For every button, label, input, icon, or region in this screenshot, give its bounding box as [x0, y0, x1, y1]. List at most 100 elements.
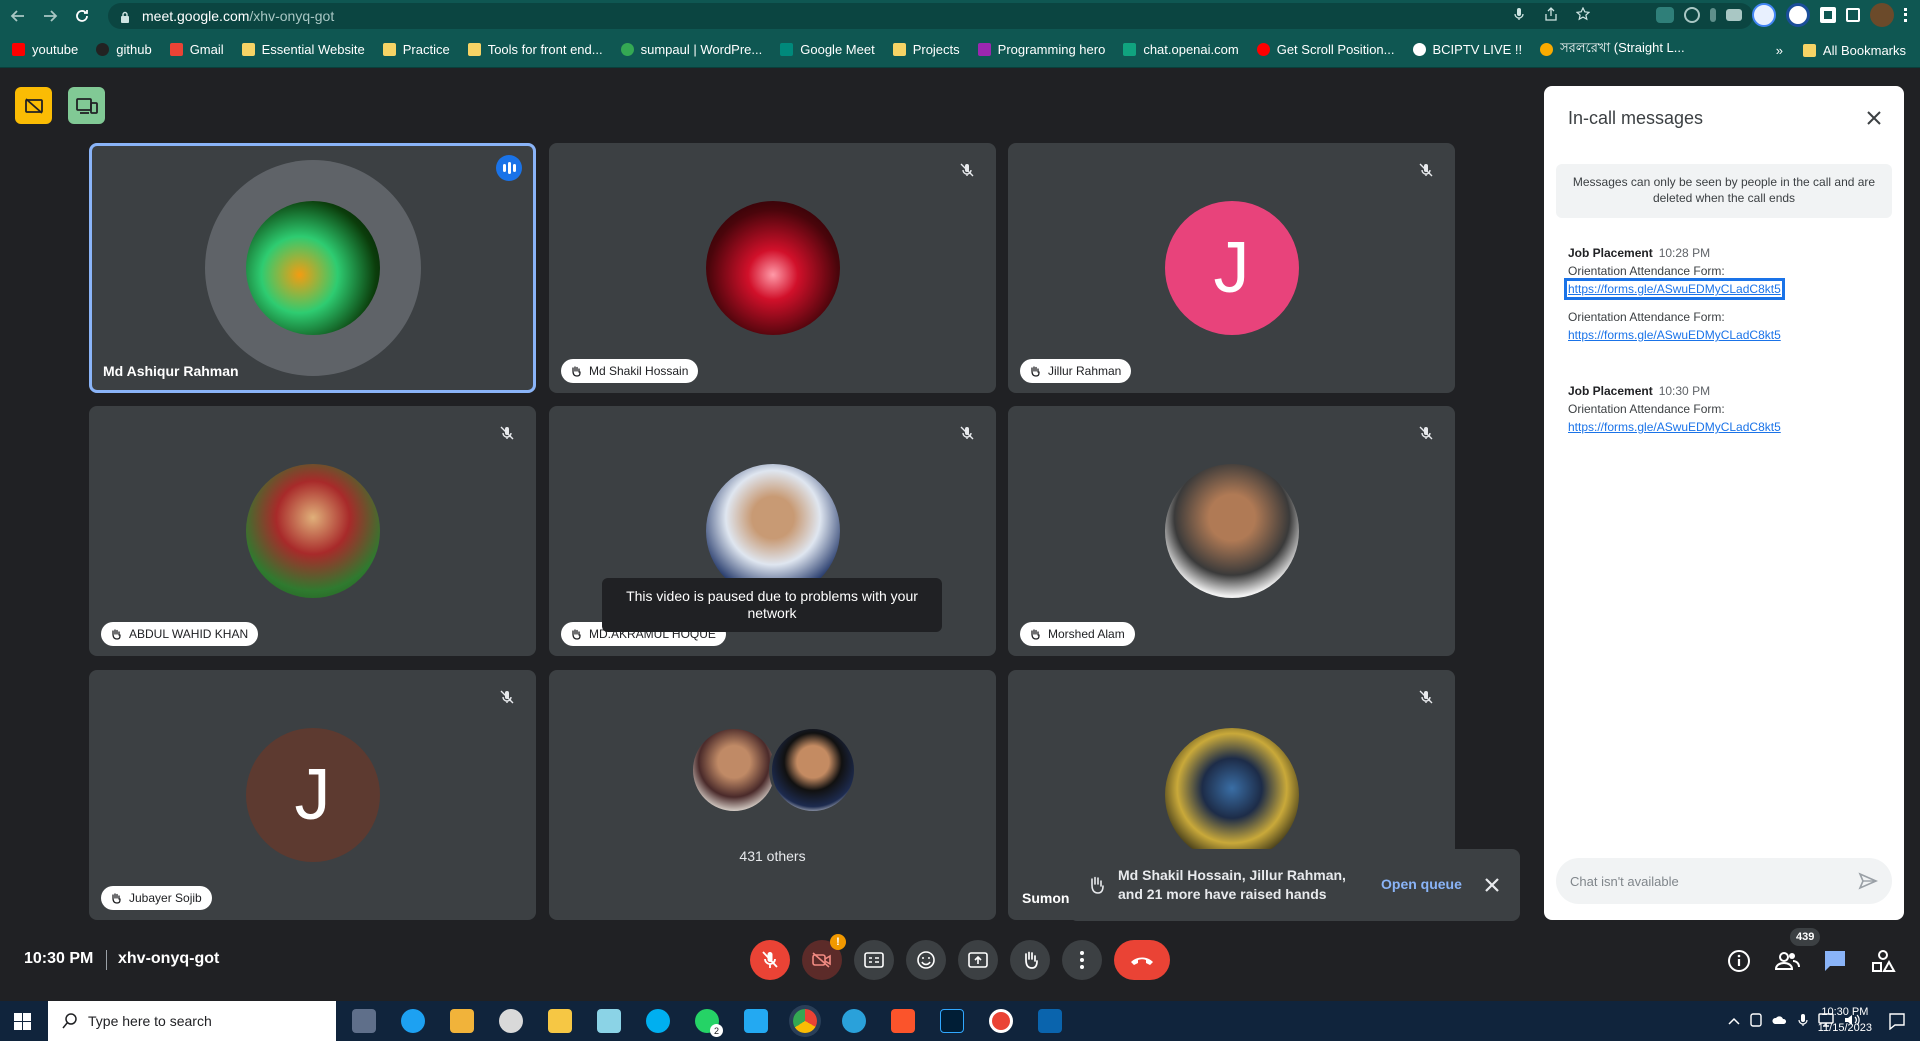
meet-tray-icon[interactable] [1750, 1012, 1762, 1030]
open-queue-button[interactable]: Open queue [1381, 876, 1462, 892]
brave-app-icon[interactable] [891, 1009, 915, 1033]
screen-cast-icon[interactable] [1656, 7, 1674, 23]
compass-extension-icon[interactable] [1684, 7, 1700, 23]
bookmark-item[interactable]: Get Scroll Position... [1256, 42, 1395, 57]
word-extension-icon[interactable] [1786, 3, 1810, 27]
store-app-icon[interactable] [450, 1009, 474, 1033]
reload-button[interactable] [68, 2, 96, 30]
translate-extension-icon[interactable] [1752, 3, 1776, 27]
chat-icon[interactable] [1822, 948, 1848, 974]
microphone-icon[interactable] [1512, 7, 1526, 21]
bookmark-item[interactable]: Google Meet [780, 42, 875, 57]
bookmark-item[interactable]: sumpaul | WordPre... [620, 42, 762, 57]
share-icon[interactable] [1544, 7, 1558, 21]
bookmark-folder[interactable]: Essential Website [241, 42, 365, 57]
back-button[interactable] [4, 2, 32, 30]
edge-app-icon[interactable] [401, 1009, 425, 1033]
more-options-button[interactable] [1062, 940, 1102, 980]
raise-hand-button[interactable] [1010, 940, 1050, 980]
bookmark-label: Get Scroll Position... [1276, 42, 1395, 57]
divider [106, 950, 107, 970]
forward-button[interactable] [36, 2, 64, 30]
name-chip: Jillur Rahman [1020, 359, 1132, 383]
bookmark-item[interactable]: সরলরেখা (Straight L... [1540, 39, 1685, 60]
bookmark-star-icon[interactable] [1575, 6, 1591, 21]
all-bookmarks-button[interactable]: All Bookmarks [1802, 43, 1906, 58]
microphone-toggle-button[interactable] [750, 940, 790, 980]
notifications-icon[interactable] [1888, 1012, 1906, 1035]
close-icon[interactable] [1862, 106, 1886, 130]
bookmark-folder[interactable]: Practice [382, 42, 450, 57]
participant-tile[interactable]: ABDUL WAHID KHAN [89, 406, 536, 656]
bookmark-item[interactable]: Programming hero [977, 42, 1105, 57]
whatsapp-app-icon[interactable]: 2 [695, 1009, 723, 1037]
bookmark-favicon [620, 43, 634, 56]
taskbar-search-box[interactable]: Type here to search [48, 1001, 336, 1041]
leave-call-button[interactable] [1114, 940, 1170, 980]
participant-tile[interactable]: Md Shakil Hossain [549, 143, 996, 393]
telegram-app-icon[interactable] [842, 1009, 866, 1033]
camera-toggle-button[interactable]: ! [802, 934, 846, 980]
others-tile[interactable]: 431 others [549, 670, 996, 920]
bookmark-item[interactable]: chat.openai.com [1123, 42, 1239, 57]
people-icon[interactable] [1774, 948, 1800, 974]
activities-icon[interactable] [1870, 948, 1896, 974]
chevron-up-icon[interactable] [1728, 1014, 1740, 1028]
chrome-app-icon[interactable] [793, 1009, 817, 1033]
reactions-button[interactable] [906, 940, 946, 980]
hide-tiles-button[interactable] [15, 87, 52, 124]
message-link[interactable]: https://forms.gle/ASwuEDMyCLadC8kt5 [1568, 420, 1781, 434]
participant-tile[interactable]: J Jillur Rahman [1008, 143, 1455, 393]
raised-hand-icon [570, 628, 582, 640]
profile-avatar[interactable] [1870, 3, 1894, 27]
companion-mode-button[interactable] [68, 87, 105, 124]
present-screen-button[interactable] [958, 940, 998, 980]
onedrive-icon[interactable] [1772, 1014, 1788, 1028]
bookmark-item[interactable]: BCIPTV LIVE !! [1412, 42, 1522, 57]
taskbar-clock[interactable]: 10:30 PM 11/15/2023 [1818, 1004, 1872, 1036]
browser-menu-icon[interactable] [1904, 8, 1908, 22]
mic-extension-icon[interactable] [1710, 8, 1716, 22]
notes-app-icon[interactable] [597, 1009, 621, 1033]
present-icon [968, 952, 988, 968]
tiles-off-icon [24, 97, 43, 114]
mic-off-icon [1413, 157, 1439, 183]
chat-input[interactable]: Chat isn't available [1556, 858, 1892, 904]
raised-hand-icon [570, 365, 582, 377]
url-bar[interactable]: meet.google.com/xhv-onyq-got [108, 3, 1753, 29]
calculator-app-icon[interactable] [352, 1009, 376, 1033]
message-text: Orientation Attendance Form: [1568, 402, 1725, 416]
close-icon[interactable] [1482, 875, 1502, 895]
file-explorer-app-icon[interactable] [548, 1009, 572, 1033]
participant-tile[interactable]: Morshed Alam [1008, 406, 1455, 656]
bookmark-item[interactable]: github [96, 42, 152, 57]
camera-extension-icon[interactable] [1726, 9, 1742, 21]
paint-app-icon[interactable] [499, 1009, 523, 1033]
microphone-icon[interactable] [1798, 1013, 1808, 1030]
bookmark-item[interactable]: youtube [12, 42, 78, 57]
bookmark-item[interactable]: Gmail [169, 42, 224, 57]
participant-tile[interactable]: Md Ashiqur Rahman [89, 143, 536, 393]
bookmark-label: Projects [912, 42, 960, 57]
participant-tile[interactable]: J Jubayer Sojib [89, 670, 536, 920]
bookmark-folder[interactable]: Tools for front end... [467, 42, 603, 57]
mail-app-icon[interactable] [1038, 1009, 1062, 1033]
meeting-details-icon[interactable] [1726, 948, 1752, 974]
puzzle-extensions-icon[interactable] [1820, 7, 1836, 23]
screen-recorder-app-icon[interactable] [989, 1009, 1013, 1033]
bookmark-favicon [12, 43, 25, 56]
skype-app-icon[interactable] [646, 1009, 670, 1033]
send-icon[interactable] [1858, 872, 1878, 890]
captions-button[interactable] [854, 940, 894, 980]
bookmark-favicon [96, 43, 110, 56]
bookmark-folder[interactable]: Projects [892, 42, 960, 57]
message-link[interactable]: https://forms.gle/ASwuEDMyCLadC8kt5 [1568, 328, 1781, 342]
windows-start-icon[interactable] [14, 1013, 31, 1030]
vscode-app-icon[interactable] [744, 1009, 768, 1033]
side-panel-icon[interactable] [1846, 8, 1860, 22]
name-chip: ABDUL WAHID KHAN [101, 622, 259, 646]
bookmarks-overflow-button[interactable]: » [1776, 43, 1783, 58]
photoshop-app-icon[interactable] [940, 1009, 964, 1033]
bookmark-label: chat.openai.com [1143, 42, 1239, 57]
message-link[interactable]: https://forms.gle/ASwuEDMyCLadC8kt5 [1564, 278, 1785, 300]
